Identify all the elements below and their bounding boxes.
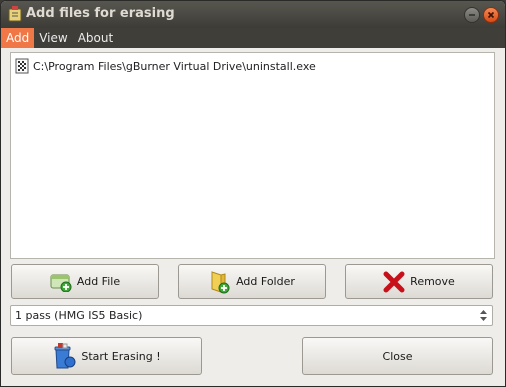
start-erasing-button[interactable]: Start Erasing ! <box>11 337 202 375</box>
menu-about[interactable]: About <box>73 28 118 48</box>
close-label: Close <box>382 349 413 363</box>
remove-button[interactable]: Remove <box>345 264 493 299</box>
trash-bin-icon <box>54 343 76 369</box>
title-bar[interactable]: Add files for erasing <box>1 1 505 28</box>
start-erasing-label: Start Erasing ! <box>81 349 161 363</box>
close-button[interactable]: Close <box>302 337 493 375</box>
add-folder-button[interactable]: Add Folder <box>178 264 326 299</box>
menu-bar: Add View About <box>1 28 505 48</box>
erase-method-select[interactable]: 1 pass (HMG IS5 Basic) <box>10 305 493 326</box>
file-path: C:\Program Files\gBurner Virtual Drive\u… <box>33 59 316 73</box>
remove-label: Remove <box>410 275 455 288</box>
executable-file-icon <box>15 58 29 74</box>
erase-method-value: 1 pass (HMG IS5 Basic) <box>15 309 143 322</box>
file-list[interactable]: C:\Program Files\gBurner Virtual Drive\u… <box>10 52 495 259</box>
list-item[interactable]: C:\Program Files\gBurner Virtual Drive\u… <box>14 58 316 74</box>
add-folder-label: Add Folder <box>236 275 295 288</box>
minimize-button[interactable] <box>464 7 480 23</box>
close-window-button[interactable] <box>483 7 499 23</box>
menu-add[interactable]: Add <box>1 28 35 48</box>
menu-view[interactable]: View <box>34 28 72 48</box>
window-title: Add files for erasing <box>26 6 175 21</box>
add-folder-icon <box>211 270 230 293</box>
add-file-label: Add File <box>76 275 121 288</box>
close-icon <box>487 11 495 19</box>
remove-x-icon <box>383 271 405 292</box>
add-files-window: Add files for erasing Add View About C:\… <box>0 0 506 387</box>
app-icon <box>8 6 22 22</box>
spin-arrows-icon[interactable] <box>477 308 490 323</box>
minimize-icon <box>469 14 475 16</box>
add-file-button[interactable]: Add File <box>11 264 159 299</box>
add-file-icon <box>50 274 72 292</box>
